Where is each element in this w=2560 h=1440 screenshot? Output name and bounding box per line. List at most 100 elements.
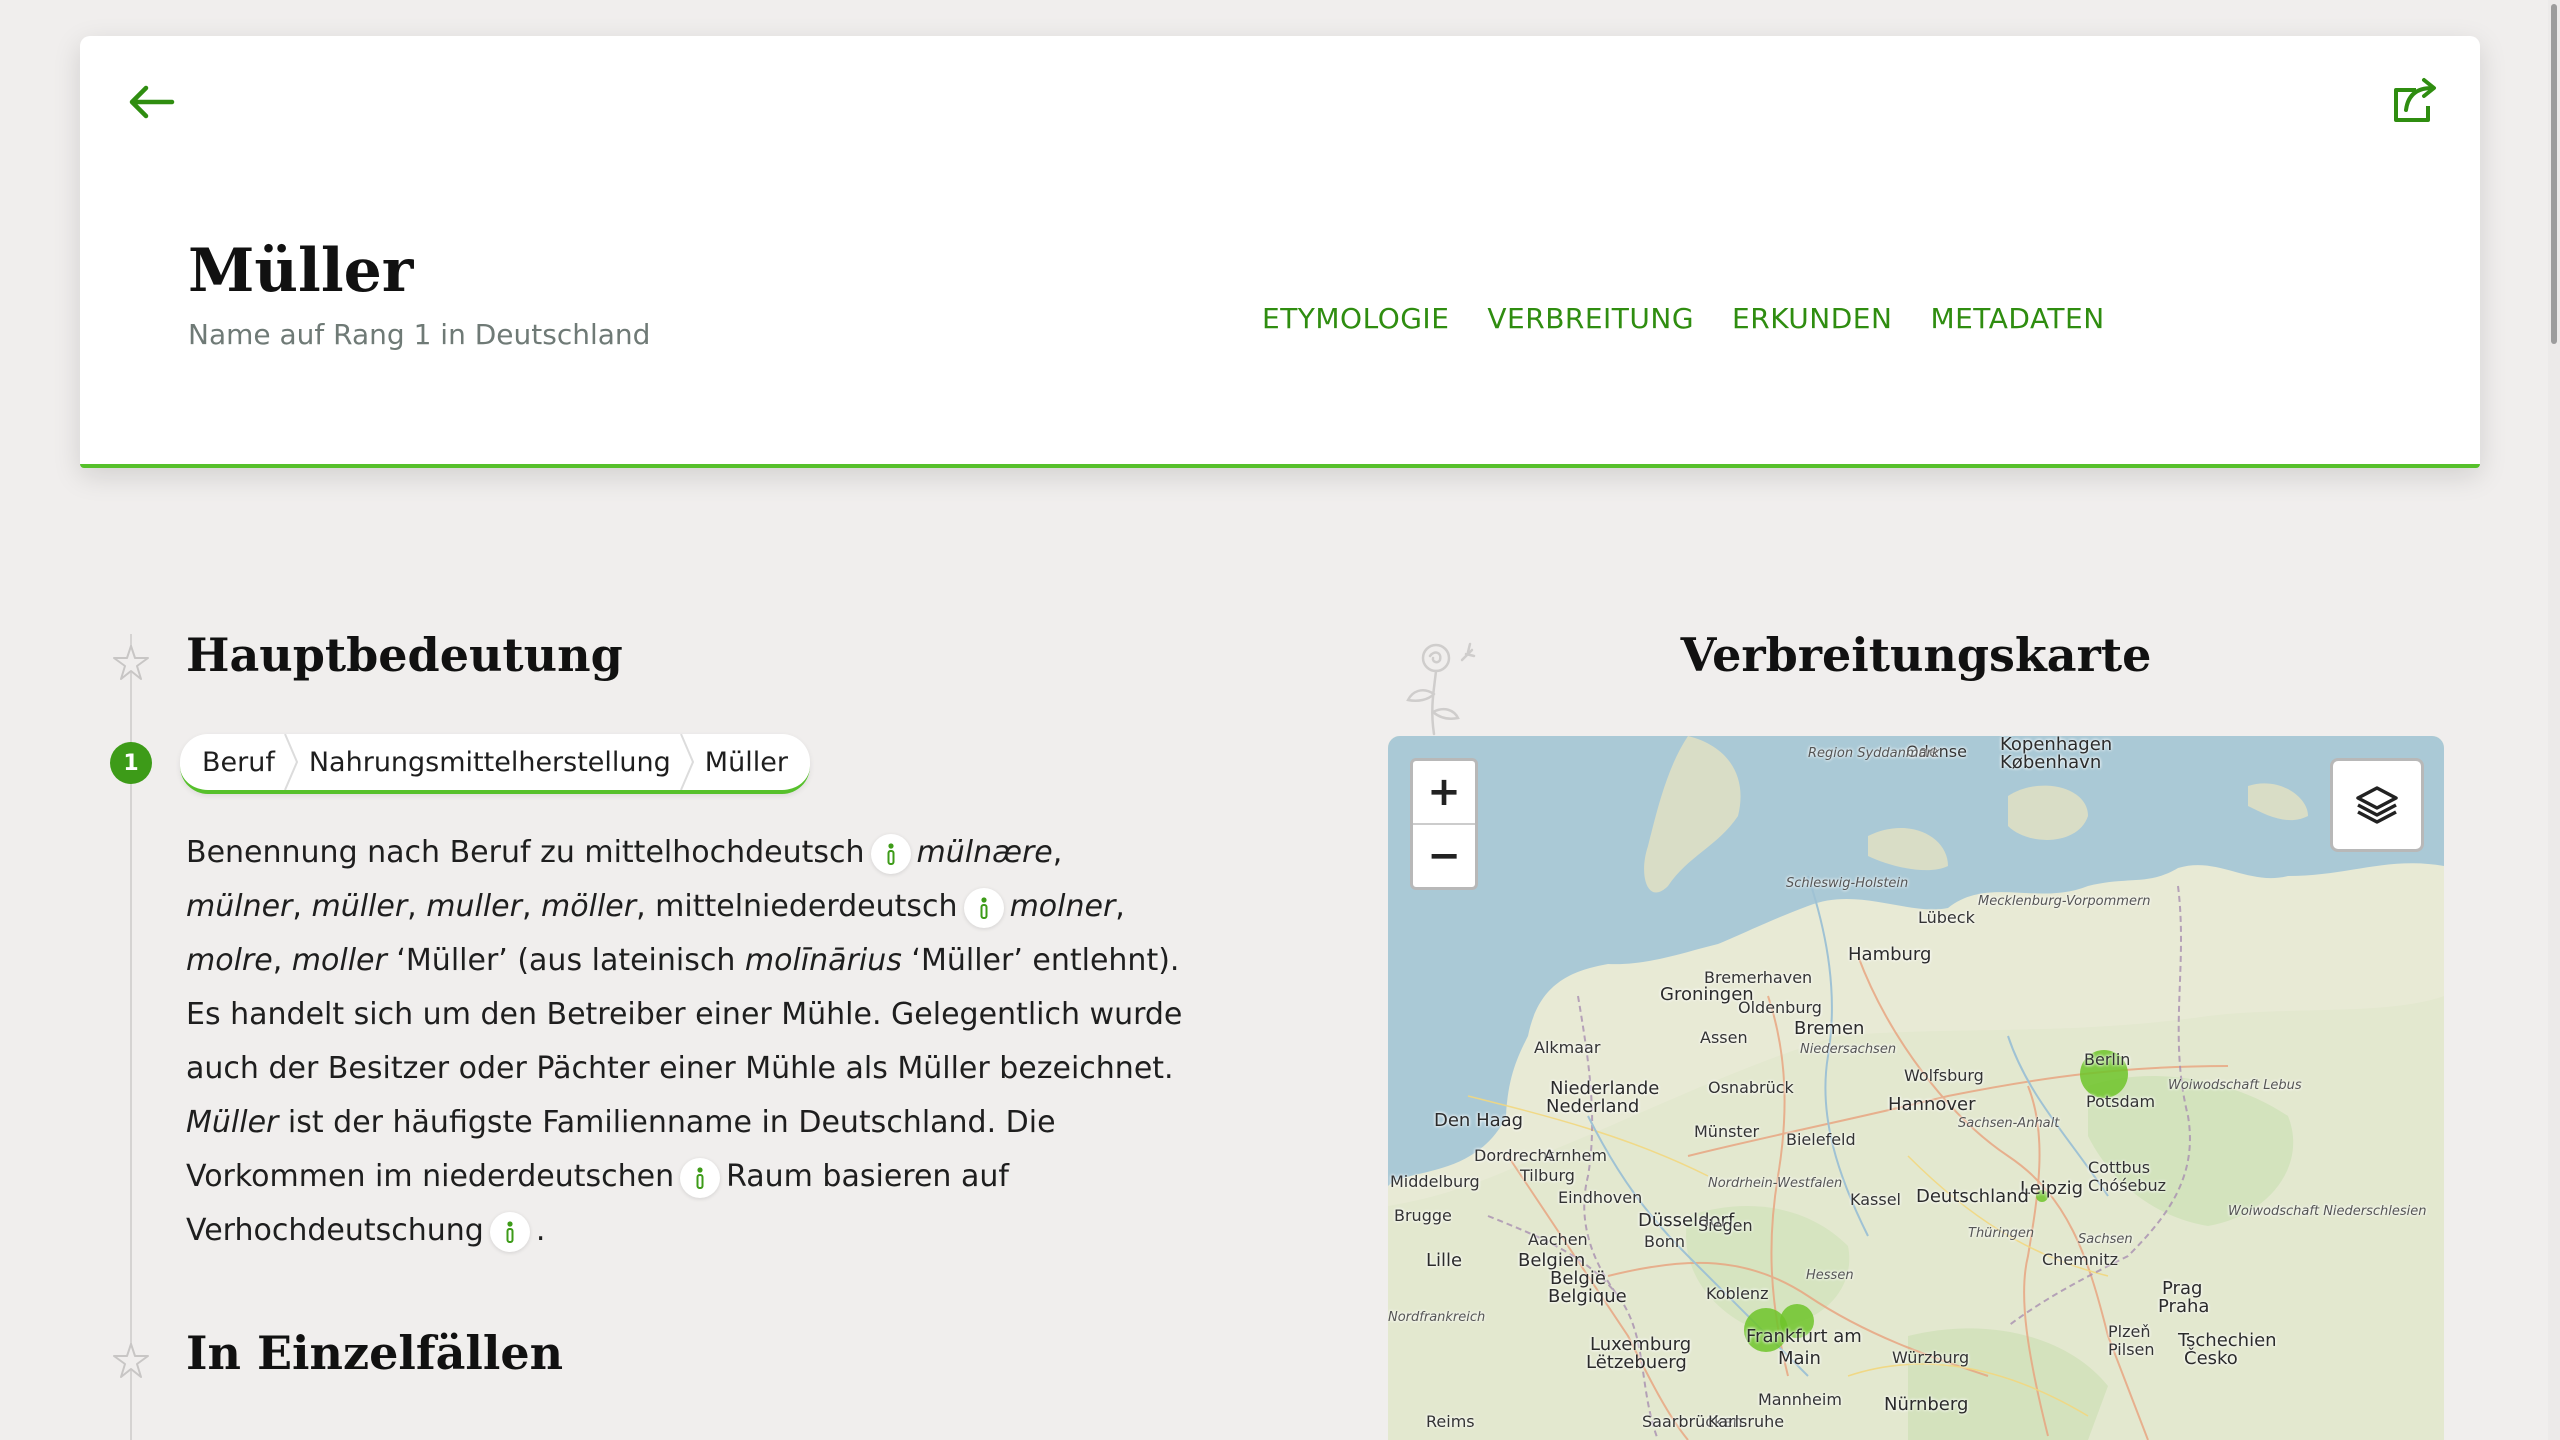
map-place-label: Sachsen-Anhalt [1958,1116,2060,1131]
map-place-label: København [2000,752,2102,773]
map-place-label: Lëtzebuerg [1586,1352,1687,1373]
info-icon[interactable] [489,1211,530,1252]
distribution-map[interactable]: Kopenhagen København Odense Region Syddanma… [1388,736,2444,1440]
text-run: Benennung nach Beruf zu mittelhochdeutsc… [186,835,865,870]
map-place-label: Dordrecht [1474,1146,1554,1165]
map-place-label: Frankfurt am [1746,1326,1862,1347]
italic-term: molre [186,943,273,978]
map-place-label: Pilsen [2108,1340,2155,1359]
map-place-label: Chemnitz [2042,1250,2118,1269]
map-place-label: Region Syddanmark [1808,746,1940,761]
map-place-label: Mecklenburg-Vorpommern [1978,894,2151,909]
map-place-label: Main [1778,1348,1821,1369]
map-place-label: Bielefeld [1786,1130,1856,1149]
italic-term: muller [426,889,522,924]
text-run: , [272,943,292,978]
map-place-label: Belgique [1548,1286,1627,1307]
italic-term: möller [541,889,637,924]
map-place-label: Hessen [1806,1268,1854,1283]
italic-term: molner [1009,889,1116,924]
italic-term: mülnære [916,835,1053,870]
star-icon [113,1343,149,1378]
map-place-label: Praha [2158,1296,2210,1317]
layers-icon [2356,786,2398,824]
map-place-label: Middelburg [1390,1172,1480,1191]
map-place-label: Den Haag [1434,1110,1524,1131]
text-run: , [407,889,427,924]
map-place-label: Česko [2184,1348,2238,1369]
scrollbar[interactable] [2548,0,2560,1440]
section-title-einzelfaelle: In Einzelfällen [186,1326,564,1380]
chevron-right-icon [283,734,298,790]
map-place-label: Mannheim [1758,1390,1842,1409]
map-place-label: Tilburg [1520,1166,1575,1185]
map-place-label: Bremen [1794,1018,1865,1039]
map-place-label: Bonn [1644,1232,1686,1251]
map-place-label: Potsdam [2086,1092,2156,1111]
map-place-label: Arnhem [1544,1146,1607,1165]
zoom-out-button[interactable]: − [1413,823,1475,887]
meaning-paragraph: Benennung nach Beruf zu mittelhochdeutsc… [186,826,1186,1258]
map-place-label: Karlsruhe [1708,1412,1785,1431]
map-place-label: Hannover [1888,1094,1976,1115]
map-place-label: Wolfsburg [1904,1066,1984,1085]
text-run: , [521,889,542,924]
breadcrumb-item-nahrungsmittelherstellung[interactable]: Nahrungsmittelherstellung [309,747,671,778]
map-place-label: Woiwodschaft Niederschlesien [2228,1204,2427,1219]
share-icon [2394,78,2436,122]
breadcrumb-item-mueller[interactable]: Müller [705,747,788,778]
text-run: , [1115,889,1125,924]
map-place-label: Brugge [1394,1206,1452,1225]
italic-term: moller [291,943,387,978]
nav-etymologie[interactable]: ETYMOLOGIE [1262,302,1449,335]
map-place-label: Hamburg [1848,944,1932,965]
italic-term: molīnārius [744,943,902,978]
arrow-left-icon [129,85,175,119]
map-place-label: Plzeň [2108,1322,2151,1341]
zoom-control: + − [1410,758,1478,890]
info-icon[interactable] [963,887,1004,928]
text-run: . [535,1213,546,1248]
italic-term: Müller [186,1105,279,1140]
map-place-label: Alkmaar [1534,1038,1601,1057]
nav-erkunden[interactable]: ERKUNDEN [1732,302,1892,335]
map-place-label: Schleswig-Holstein [1786,876,1909,891]
text-run: , mittelniederdeutsch [636,889,958,924]
map-place-label: Chóśebuz [2088,1176,2166,1195]
map-place-label: Cottbus [2088,1158,2151,1177]
page-subtitle: Name auf Rang 1 in Deutschland [188,318,651,351]
breadcrumb-item-beruf[interactable]: Beruf [202,747,275,778]
scrollbar-thumb[interactable] [2551,4,2557,344]
map-place-label: Sachsen [2078,1232,2133,1247]
map-place-label: Deutschland [1916,1186,2029,1207]
header-card: Müller Name auf Rang 1 in Deutschland ET… [80,36,2480,468]
map-place-label: Koblenz [1706,1284,1769,1303]
zoom-in-button[interactable]: + [1413,761,1475,823]
map-place-label: Nordrhein-Westfalen [1708,1176,1843,1191]
section-title-hauptbedeutung: Hauptbedeutung [186,628,623,682]
map-place-label: Lübeck [1918,908,1975,927]
map-place-label: Münster [1694,1122,1760,1141]
map-place-label: Niedersachsen [1800,1042,1897,1057]
map-place-label: Würzburg [1892,1348,1970,1367]
map-place-label: Woiwodschaft Lebus [2168,1078,2302,1093]
map-place-label: Reims [1426,1412,1475,1431]
nav-verbreitung[interactable]: VERBREITUNG [1487,302,1694,335]
back-button[interactable] [116,66,188,138]
share-button[interactable] [2378,64,2450,136]
map-place-label: Berlin [2084,1050,2131,1069]
info-icon[interactable] [870,833,911,874]
layers-button[interactable] [2330,758,2424,852]
map-place-label: Kassel [1850,1190,1901,1209]
map-place-label: Nürnberg [1884,1394,1969,1415]
nav-metadaten[interactable]: METADATEN [1930,302,2104,335]
step-number-badge: 1 [110,742,152,784]
map-place-label: Leipzig [2020,1178,2084,1199]
map-title: Verbreitungskarte [1680,628,2152,682]
italic-term: mülner [186,889,293,924]
map-place-label: Lille [1426,1250,1463,1271]
map-place-label: Nordfrankreich [1388,1310,1486,1325]
italic-term: müller [311,889,408,924]
info-icon[interactable] [680,1157,721,1198]
map-place-label: Nederland [1546,1096,1640,1117]
